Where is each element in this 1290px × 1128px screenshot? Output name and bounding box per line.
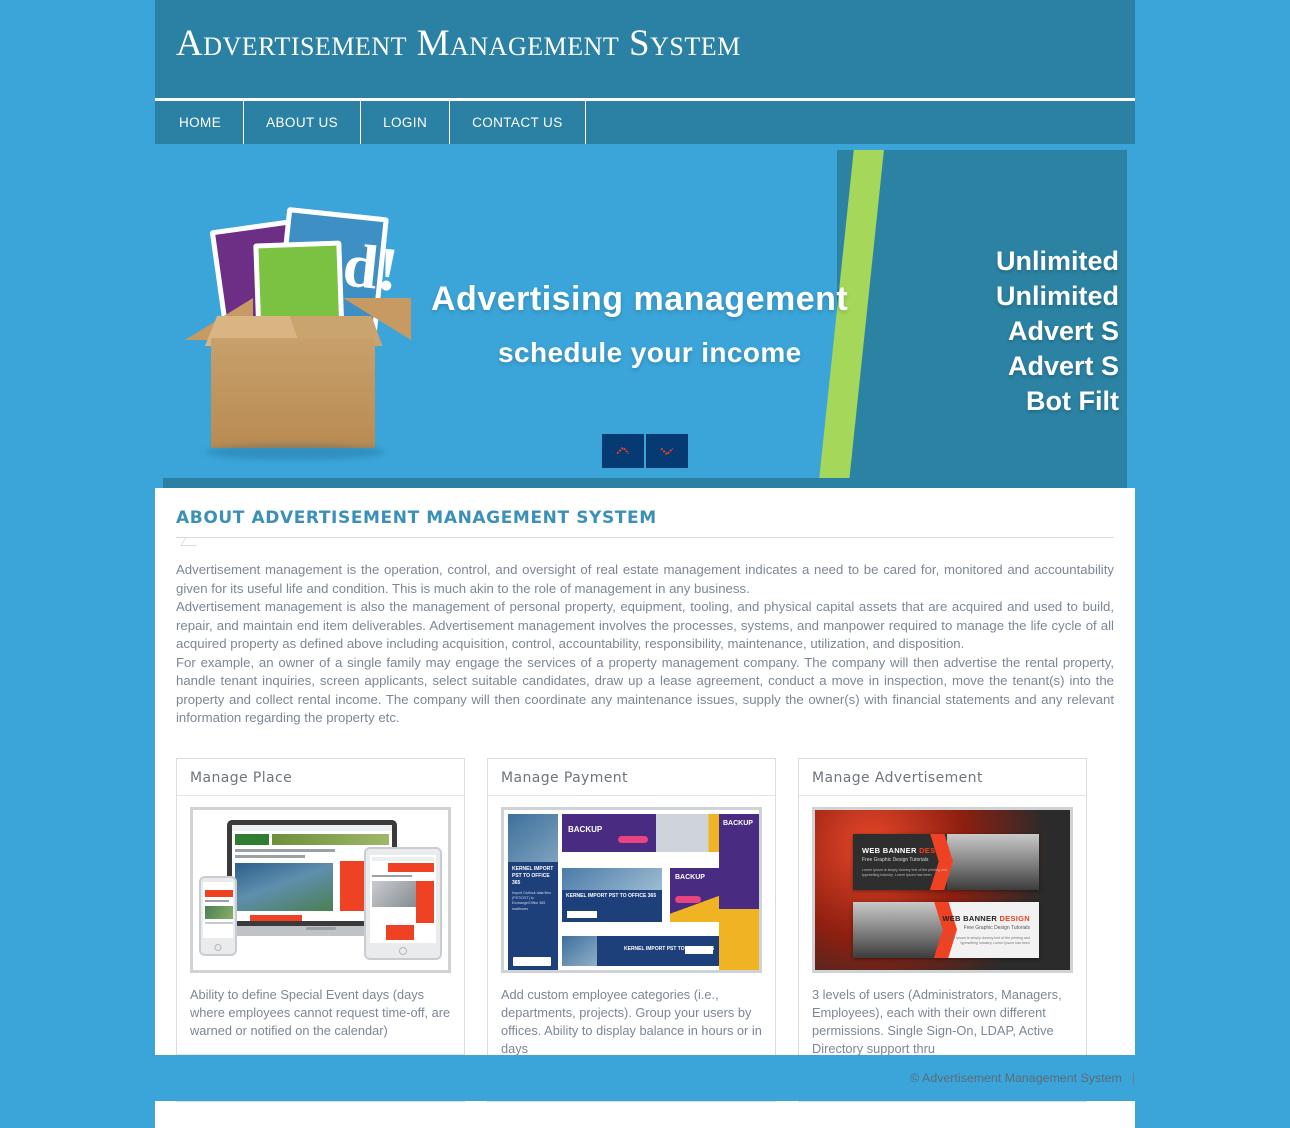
web-banner-subheading: Free Graphic Design Tutorials xyxy=(862,856,929,863)
card-header: Manage Advertisement xyxy=(799,759,1086,796)
ad-banner-vertical-left: KERNEL IMPORT PST TO OFFICE 365 Import O… xyxy=(508,813,558,970)
site-container: Advertisement Management System HOME ABO… xyxy=(155,0,1135,1128)
feature-card-manage-place: Manage Place Ability to define Special E… xyxy=(176,757,465,1102)
footer-copyright: © Advertisement Management System xyxy=(910,1071,1122,1085)
about-heading-text: ABOUT ADVERTISEMENT MANAGEMENT SYSTEM xyxy=(176,508,657,528)
slider-controls xyxy=(602,434,688,468)
box-front xyxy=(211,338,375,448)
page-root: Advertisement Management System HOME ABO… xyxy=(0,0,1290,1128)
ad-backup-label: BACKUP xyxy=(723,819,753,827)
ad-kernel-title: KERNEL IMPORT PST TO OFFICE 365 xyxy=(566,892,657,899)
about-body: Advertisement management is the operatio… xyxy=(176,561,1114,728)
site-footer: © Advertisement Management System | xyxy=(0,1055,1290,1101)
ad-kernel-title: KERNEL IMPORT PST TO OFFICE 365 xyxy=(512,865,554,886)
about-paragraph: Advertisement management is the operatio… xyxy=(176,562,1114,596)
ad-banner-vertical-right: BACKUP xyxy=(719,813,759,970)
web-banner-subheading: Free Graphic Design Tutorials xyxy=(963,924,1030,931)
banner-ads-thumbnail: KERNEL IMPORT PST TO OFFICE 365 Import O… xyxy=(501,806,762,973)
banner-feature-list: Unlimited Unlimited Advert S Advert S Bo… xyxy=(996,244,1119,419)
chevron-down-icon xyxy=(660,447,674,456)
ad-box-illustration: Ad! xyxy=(183,198,413,468)
feature-cards-row: Manage Place Ability to define Special E… xyxy=(176,757,1114,1102)
about-paragraph: Advertisement management is also the man… xyxy=(176,599,1114,651)
ad-kernel-body: Import Outlook data files (PST/OST) to E… xyxy=(512,890,551,911)
device-mockups-thumbnail xyxy=(190,806,451,973)
feature-card-manage-advertisement: Manage Advertisement WEB BANNER DESIGN F… xyxy=(798,757,1087,1102)
banner-feature-item: Unlimited xyxy=(995,281,1119,311)
about-section-heading: ABOUT ADVERTISEMENT MANAGEMENT SYSTEM xyxy=(176,508,1114,546)
web-banner-body: Lorem Ipsum is simply dummy text of the … xyxy=(944,935,1030,945)
feature-card-manage-payment: Manage Payment KERNEL IMPORT PST TO OFFI… xyxy=(487,757,776,1102)
slider-next-button[interactable] xyxy=(646,434,688,468)
card-header: Manage Payment xyxy=(488,759,775,796)
slider-prev-button[interactable] xyxy=(602,434,644,468)
page-title: Advertisement Management System xyxy=(176,23,741,64)
web-banner-heading: WEB BANNER DESIGN xyxy=(942,913,1030,923)
chevron-up-icon xyxy=(616,446,630,455)
phone-mockup xyxy=(199,875,237,956)
main-navigation: HOME ABOUT US LOGIN CONTACT US xyxy=(155,98,1135,144)
ad-free-trial-button xyxy=(513,956,551,966)
card-description: Ability to define Special Event days (da… xyxy=(190,986,451,1038)
footer-inner: © Advertisement Management System | xyxy=(155,1055,1135,1101)
web-banner-dark: WEB BANNER DESIGN Free Graphic Design Tu… xyxy=(853,833,1039,890)
ad-banner-mid-left: KERNEL IMPORT PST TO OFFICE 365 xyxy=(562,867,662,922)
banner-feature-item: Advert S xyxy=(1007,351,1119,381)
ad-banner-bottom: KERNEL IMPORT PST TO OFFICE 365 xyxy=(562,935,719,966)
banner-subline: schedule your income xyxy=(498,337,802,368)
banner-headline: Advertising management xyxy=(431,280,849,318)
hero-banner-slider: Ad! Advertising management schedule your… xyxy=(163,150,1127,488)
banner-feature-item: Unlimited xyxy=(995,246,1119,276)
web-banner-light: WEB BANNER DESIGN Free Graphic Design Tu… xyxy=(853,901,1039,958)
banner-feature-item: Bot Filt xyxy=(1026,386,1119,416)
card-header: Manage Place xyxy=(177,759,464,796)
web-banner-heading: WEB BANNER DESIGN xyxy=(862,845,950,855)
site-header: Advertisement Management System xyxy=(155,0,1135,98)
nav-item-contact-us[interactable]: CONTACT US xyxy=(450,101,586,144)
banner-slide: Ad! Advertising management schedule your… xyxy=(163,150,1127,478)
web-banner-body: Lorem Ipsum is simply dummy text of the … xyxy=(862,867,948,877)
heading-notch xyxy=(180,537,202,546)
card-title: Manage Advertisement xyxy=(812,769,983,786)
nav-item-login[interactable]: LOGIN xyxy=(361,101,451,144)
banner-feature-item: Advert S xyxy=(1007,316,1119,346)
card-title: Manage Payment xyxy=(501,769,628,786)
card-title: Manage Place xyxy=(190,769,293,786)
main-content: ABOUT ADVERTISEMENT MANAGEMENT SYSTEM Ad… xyxy=(155,488,1135,1128)
web-banner-design-thumbnail: WEB BANNER DESIGN Free Graphic Design Tu… xyxy=(812,806,1073,973)
nav-item-home[interactable]: HOME xyxy=(155,101,245,144)
nav-item-about-us[interactable]: ABOUT US xyxy=(244,101,362,144)
tablet-mockup xyxy=(364,846,442,960)
about-paragraph: For example, an owner of a single family… xyxy=(176,654,1114,726)
footer-separator: | xyxy=(1131,1071,1135,1085)
box-shadow xyxy=(205,444,385,460)
